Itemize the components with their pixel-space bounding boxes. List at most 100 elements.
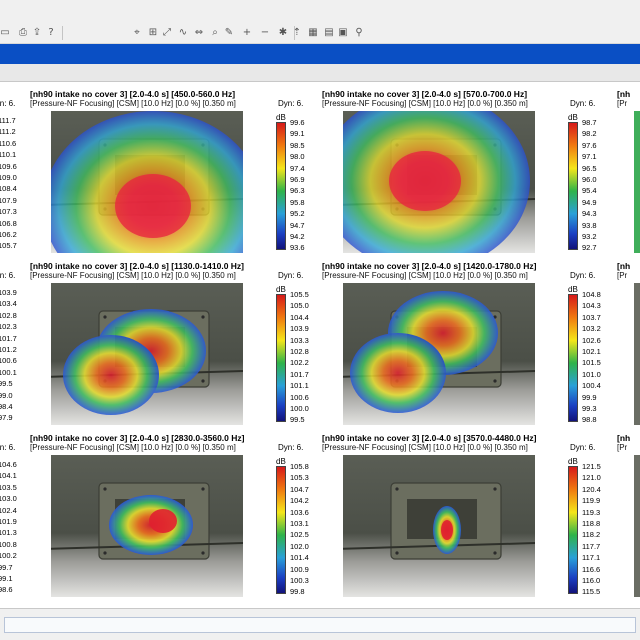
- dynamic-range-label: Dyn: 6.: [570, 99, 596, 108]
- panel-subtitle: [Pressure-NF Focusing] [CSM] [10.0 Hz] […: [30, 99, 236, 108]
- left-dyn-label: Dyn: 6.: [0, 99, 16, 108]
- colorbar-tick: 96.3: [290, 186, 305, 196]
- acoustic-map-plot[interactable]: [343, 455, 535, 597]
- colorbar-tick: 101.0: [582, 369, 601, 379]
- beamforming-panel[interactable]: [nh90 intake no cover 3] [2.0-4.0 s] [45…: [30, 89, 330, 259]
- wave-icon[interactable]: ∿: [176, 26, 190, 40]
- colorbar-tick: 102.8: [290, 347, 309, 356]
- hotspot-core: [389, 151, 461, 211]
- colorbar: [276, 294, 286, 422]
- left-colorbar-tick: 103.5: [0, 482, 17, 492]
- colorbar-tick: 103.1: [290, 519, 309, 528]
- cursor-icon[interactable]: ⌖: [130, 26, 144, 40]
- right-panel-title: [nh: [617, 89, 631, 99]
- minus-icon[interactable]: −: [258, 26, 272, 40]
- colorbar-tick: 99.8: [290, 587, 305, 597]
- panel-subtitle: [Pressure-NF Focusing] [CSM] [10.0 Hz] […: [30, 443, 236, 452]
- colorbar: [276, 466, 286, 594]
- zoom-icon[interactable]: ⌕: [208, 26, 222, 40]
- range-icon[interactable]: ⇔: [192, 26, 206, 40]
- grid-icon[interactable]: ▦: [306, 26, 320, 40]
- colorbar-tick: 94.2: [290, 232, 305, 241]
- colorbar-tick: 98.7: [582, 118, 597, 127]
- acoustic-map-plot[interactable]: [343, 283, 535, 425]
- left-colorbar-tick: 99.0: [0, 390, 13, 400]
- overlay-icon[interactable]: ⊞: [146, 26, 160, 40]
- right-panel-title: [nh: [617, 433, 631, 443]
- panel-rivet: [395, 487, 399, 491]
- rename-icon[interactable]: ▭: [0, 26, 12, 40]
- colorbar-tick: 98.2: [582, 129, 597, 139]
- pen-icon[interactable]: ✎: [222, 26, 236, 40]
- colorbar-tick: 101.7: [290, 369, 309, 379]
- colorbar-unit-label: dB: [276, 113, 286, 122]
- colorbar-tick: 103.3: [290, 335, 309, 345]
- panel-title: [nh90 intake no cover 3] [2.0-4.0 s] [45…: [30, 89, 236, 99]
- acoustic-map-plot[interactable]: [51, 111, 243, 253]
- table-icon[interactable]: ▤: [322, 26, 336, 40]
- left-colorbar-tick: 100.2: [0, 551, 17, 561]
- hotspot-core: [149, 509, 177, 533]
- colorbar: [568, 466, 578, 594]
- colorbar: [568, 294, 578, 422]
- right-acoustic-map-plot[interactable]: [634, 283, 640, 425]
- help-icon[interactable]: ?: [44, 26, 58, 40]
- panel-title: [nh90 intake no cover 3] [2.0-4.0 s] [35…: [322, 433, 537, 443]
- dynamic-range-label: Dyn: 6.: [570, 443, 596, 452]
- right-acoustic-map-plot[interactable]: [634, 111, 640, 253]
- colorbar-tick: 102.6: [582, 335, 601, 345]
- left-colorbar-tick: 100.6: [0, 356, 17, 366]
- hotspot-core: [115, 174, 191, 238]
- star-icon[interactable]: ✱: [276, 26, 290, 40]
- colorbar-tick: 118.8: [582, 519, 601, 528]
- left-colorbar-tick: 103.9: [0, 288, 17, 297]
- colorbar-tick: 100.4: [582, 381, 601, 391]
- save-icon[interactable]: ▣: [336, 26, 350, 40]
- beamforming-panel[interactable]: [nh90 intake no cover 3] [2.0-4.0 s] [35…: [322, 433, 622, 603]
- link-icon[interactable]: ⚲: [352, 26, 366, 40]
- colorbar-tick: 103.7: [582, 312, 601, 322]
- beamforming-panel[interactable]: [nh90 intake no cover 3] [2.0-4.0 s] [14…: [322, 261, 622, 431]
- right-acoustic-map-plot[interactable]: [634, 455, 640, 597]
- colorbar: [568, 122, 578, 250]
- beamforming-panel[interactable]: [nh90 intake no cover 3] [2.0-4.0 s] [11…: [30, 261, 330, 431]
- colorbar-tick: 101.5: [582, 358, 601, 368]
- panel-rivet: [493, 379, 497, 383]
- left-colorbar-tick: 104.1: [0, 471, 17, 481]
- plus-icon[interactable]: +: [240, 26, 254, 40]
- beamforming-panel[interactable]: [nh90 intake no cover 3] [2.0-4.0 s] [28…: [30, 433, 330, 603]
- left-colorbar-tick: 99.7: [0, 562, 13, 572]
- colorbar-tick: 104.2: [290, 496, 309, 506]
- colorbar-tick: 99.3: [582, 404, 597, 413]
- colorbar-tick: 102.2: [290, 358, 309, 368]
- colorbar-tick: 119.9: [582, 496, 601, 506]
- acoustic-map-plot[interactable]: [51, 455, 243, 597]
- colorbar-tick: 93.8: [582, 220, 597, 230]
- colorbar-tick: 96.9: [290, 175, 305, 184]
- colorbar-unit-label: dB: [568, 113, 578, 122]
- beamforming-results-view: Dyn: 6. 111.7 111.2110.6 110.1109.6 109.0 108…: [0, 83, 640, 608]
- print-icon[interactable]: ⎙: [16, 26, 30, 40]
- colorbar-tick: 121.5: [582, 462, 601, 471]
- left-colorbar-tick: 107.9: [0, 195, 17, 205]
- scale-icon[interactable]: ⤢: [160, 26, 174, 40]
- panel-subtitle: [Pressure-NF Focusing] [CSM] [10.0 Hz] […: [322, 443, 528, 452]
- beamforming-panel[interactable]: [nh90 intake no cover 3] [2.0-4.0 s] [57…: [322, 89, 622, 259]
- acoustic-map-plot[interactable]: [343, 111, 535, 253]
- colorbar-tick: 97.6: [582, 140, 597, 150]
- colorbar-tick: 92.7: [582, 243, 597, 253]
- left-dyn-label: Dyn: 6.: [0, 271, 16, 280]
- colorbar-tick: 116.6: [582, 564, 601, 574]
- colorbar-tick: 104.8: [582, 290, 601, 299]
- up-icon[interactable]: ⇡: [290, 26, 304, 40]
- colorbar-tick: 94.7: [290, 220, 305, 230]
- panel-title: [nh90 intake no cover 3] [2.0-4.0 s] [28…: [30, 433, 245, 443]
- acoustic-map-plot[interactable]: [51, 283, 243, 425]
- colorbar-unit-label: dB: [568, 285, 578, 294]
- left-colorbar-tick: 99.1: [0, 574, 13, 583]
- dynamic-range-label: Dyn: 6.: [278, 99, 304, 108]
- colorbar-tick: 117.1: [582, 553, 601, 563]
- panel-title: [nh90 intake no cover 3] [2.0-4.0 s] [57…: [322, 89, 528, 99]
- export-icon[interactable]: ⇪: [30, 26, 44, 40]
- colorbar-tick: 103.6: [290, 507, 309, 517]
